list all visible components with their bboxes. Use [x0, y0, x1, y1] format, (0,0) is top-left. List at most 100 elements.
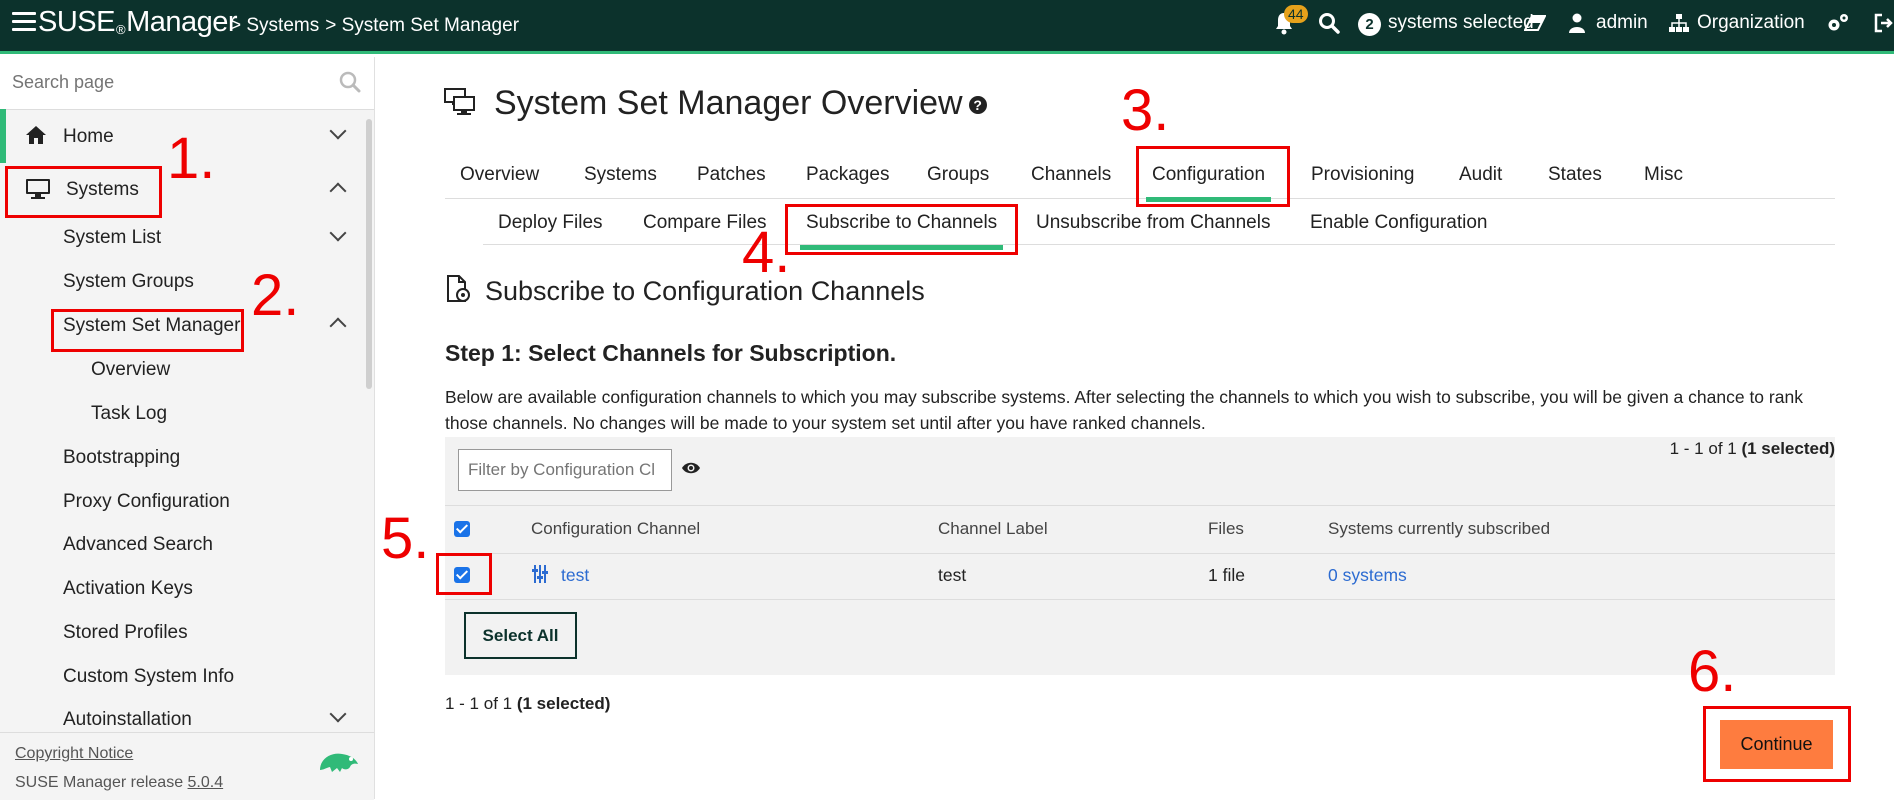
channel-label-cell: test: [938, 565, 967, 585]
tab-provisioning[interactable]: Provisioning: [1311, 164, 1415, 186]
hamburger-menu-icon[interactable]: [12, 12, 36, 34]
breadcrumb-systems[interactable]: > Systems: [230, 15, 319, 36]
select-all-checkbox[interactable]: [454, 521, 470, 537]
sidebar-item-system-list[interactable]: System List: [63, 227, 161, 249]
chevron-up-icon[interactable]: [329, 317, 347, 335]
step-description: Below are available configuration channe…: [445, 387, 1803, 433]
systems-subscribed-link[interactable]: 0 systems: [1328, 565, 1407, 586]
channels-table-panel: 1 - 1 of 1 (1 selected) Configuration Ch…: [445, 437, 1835, 675]
chevron-down-icon[interactable]: [329, 705, 347, 723]
sidebar-item-bootstrapping[interactable]: Bootstrapping: [63, 447, 180, 469]
brand-registered-mark: ®: [115, 22, 126, 37]
system-set-icon: [444, 88, 475, 115]
filter-input[interactable]: [458, 449, 672, 491]
pagination-count-bottom: 1 - 1 of 1 (1 selected): [445, 694, 610, 714]
annotation-box-systems: [5, 166, 162, 218]
sidebar-item-home[interactable]: Home: [63, 126, 114, 148]
eye-icon[interactable]: [681, 461, 701, 475]
annotation-number-5: 5.: [381, 506, 430, 571]
column-channel-label[interactable]: Channel Label: [938, 519, 1048, 539]
annotation-box-configuration: [1136, 146, 1290, 207]
sidebar-search-input[interactable]: [10, 71, 314, 94]
search-icon[interactable]: [339, 71, 361, 93]
column-configuration-channel[interactable]: Configuration Channel: [531, 519, 700, 539]
column-systems-subscribed[interactable]: Systems currently subscribed: [1328, 519, 1550, 539]
subtab-enable-configuration[interactable]: Enable Configuration: [1310, 212, 1487, 234]
organization-link[interactable]: Organization: [1697, 12, 1805, 34]
search-icon[interactable]: [1318, 12, 1340, 34]
chevron-up-icon[interactable]: [329, 182, 347, 200]
sidebar-item-system-groups[interactable]: System Groups: [63, 271, 194, 293]
pagination-range: 1 - 1 of 1: [1669, 439, 1742, 458]
organization-icon: [1669, 14, 1689, 32]
select-all-button[interactable]: Select All: [464, 612, 577, 659]
config-file-icon: [447, 275, 470, 302]
top-bar: SUSE®Manager > Systems > System Set Manag…: [0, 0, 1894, 54]
eraser-icon[interactable]: [1524, 15, 1546, 31]
release-info: SUSE Manager release 5.0.4: [15, 774, 223, 792]
logout-icon[interactable]: [1874, 13, 1894, 33]
tab-packages[interactable]: Packages: [806, 164, 889, 186]
sidebar-item-autoinstallation[interactable]: Autoinstallation: [63, 709, 192, 731]
brand-text-suse: SUSE: [38, 6, 115, 38]
user-name[interactable]: admin: [1596, 12, 1648, 34]
sidebar-item-overview[interactable]: Overview: [91, 359, 170, 381]
annotation-box-checkbox: [436, 553, 492, 595]
tab-patches[interactable]: Patches: [697, 164, 766, 186]
tab-audit[interactable]: Audit: [1459, 164, 1502, 186]
tab-states[interactable]: States: [1548, 164, 1602, 186]
secondary-tabs: Deploy Files Compare Files Subscribe to …: [483, 208, 1835, 250]
pagination-range: 1 - 1 of 1: [445, 694, 517, 713]
release-label: SUSE Manager release: [15, 774, 188, 791]
chameleon-logo-icon: [320, 753, 358, 772]
annotation-box-subscribe: [785, 204, 1018, 255]
sidebar-scrollbar[interactable]: [366, 119, 372, 389]
tab-groups[interactable]: Groups: [927, 164, 989, 186]
annotation-number-1: 1.: [167, 126, 216, 191]
page-title-text: System Set Manager Overview: [494, 84, 963, 122]
sidebar-item-proxy-configuration[interactable]: Proxy Configuration: [63, 491, 230, 513]
breadcrumb-ssm[interactable]: > System Set Manager: [325, 15, 519, 36]
active-indicator: [0, 109, 6, 163]
table-row: test test 1 file 0 systems: [445, 552, 1835, 600]
annotation-number-2: 2.: [251, 263, 300, 328]
help-icon[interactable]: ?: [968, 96, 987, 115]
pagination-selected: (1 selected): [1741, 439, 1835, 458]
channel-name-link[interactable]: test: [561, 565, 589, 586]
sidebar-item-custom-system-info[interactable]: Custom System Info: [63, 666, 234, 688]
systems-selected-count[interactable]: 2: [1358, 13, 1381, 36]
tab-misc[interactable]: Misc: [1644, 164, 1683, 186]
files-cell: 1 file: [1208, 565, 1245, 585]
pagination-selected: (1 selected): [516, 694, 611, 713]
annotation-number-3: 3.: [1121, 78, 1170, 143]
tab-overview[interactable]: Overview: [460, 164, 539, 186]
sidebar-item-advanced-search[interactable]: Advanced Search: [63, 534, 213, 556]
sidebar-item-task-log[interactable]: Task Log: [91, 403, 167, 425]
annotation-number-4: 4.: [742, 220, 791, 285]
copyright-link[interactable]: Copyright Notice: [15, 745, 133, 763]
chevron-down-icon[interactable]: [329, 122, 347, 140]
section-title: Subscribe to Configuration Channels: [485, 276, 925, 306]
release-version-link[interactable]: 5.0.4: [188, 774, 224, 791]
breadcrumb: > Systems > System Set Manager: [230, 15, 525, 37]
brand-text-manager: Manager: [126, 6, 238, 38]
tab-systems[interactable]: Systems: [584, 164, 657, 186]
systems-selected-label[interactable]: systems selected: [1388, 12, 1534, 34]
gears-icon[interactable]: [1826, 12, 1850, 34]
annotation-box-ssm: [51, 309, 244, 352]
subtab-deploy-files[interactable]: Deploy Files: [498, 212, 603, 234]
sidebar-item-stored-profiles[interactable]: Stored Profiles: [63, 622, 188, 644]
annotation-number-6: 6.: [1688, 639, 1737, 704]
chevron-down-icon[interactable]: [329, 224, 347, 242]
page-title: System Set Manager Overview?: [494, 84, 987, 123]
column-files[interactable]: Files: [1208, 519, 1244, 539]
user-icon: [1569, 13, 1585, 33]
sidebar-footer: Copyright Notice SUSE Manager release 5.…: [0, 732, 374, 800]
pagination-count-top: 1 - 1 of 1 (1 selected): [1670, 439, 1835, 459]
tab-channels[interactable]: Channels: [1031, 164, 1111, 186]
notification-badge: 44: [1284, 5, 1308, 23]
brand-logo[interactable]: SUSE®Manager: [38, 6, 238, 39]
subtab-unsubscribe-from-channels[interactable]: Unsubscribe from Channels: [1036, 212, 1270, 234]
sidebar-item-activation-keys[interactable]: Activation Keys: [63, 578, 193, 600]
channel-sliders-icon: [532, 565, 548, 583]
